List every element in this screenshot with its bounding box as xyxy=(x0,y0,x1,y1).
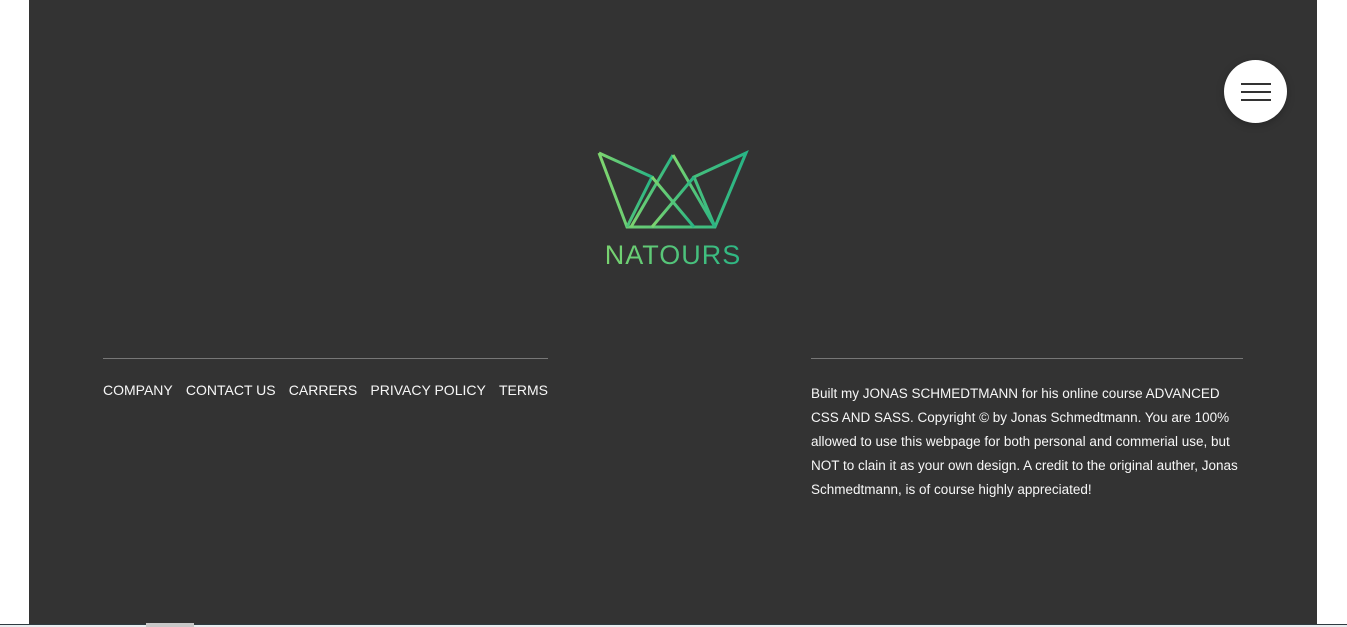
nav-link-privacy-policy[interactable]: PRIVACY POLICY xyxy=(370,382,485,398)
nav-link-contact-us[interactable]: CONTACT US xyxy=(186,382,276,398)
footer-nav-list: COMPANY CONTACT US CARRERS PRIVACY POLIC… xyxy=(103,382,548,400)
hamburger-menu-icon xyxy=(1240,82,1271,101)
footer-nav-item: CONTACT US xyxy=(186,382,276,400)
navigation-menu-button[interactable] xyxy=(1224,60,1287,123)
footer-nav-item: COMPANY xyxy=(103,382,173,400)
nav-link-carrers[interactable]: CARRERS xyxy=(289,382,357,398)
footer-navigation: COMPANY CONTACT US CARRERS PRIVACY POLIC… xyxy=(103,358,548,400)
footer-copyright-section: Built my JONAS SCHMEDTMANN for his onlin… xyxy=(811,358,1243,502)
horizontal-scrollbar-thumb[interactable] xyxy=(146,623,194,627)
copyright-text: Built my JONAS SCHMEDTMANN for his onlin… xyxy=(811,386,1238,497)
footer xyxy=(29,0,1317,627)
footer-nav-item: CARRERS xyxy=(289,382,357,400)
nav-link-terms[interactable]: TERMS xyxy=(499,382,548,398)
footer-nav-item: TERMS xyxy=(499,382,548,400)
crown-logo-icon xyxy=(597,150,749,229)
nav-link-company[interactable]: COMPANY xyxy=(103,382,173,398)
footer-nav-item: PRIVACY POLICY xyxy=(370,382,485,400)
footer-logo: NATOURS xyxy=(597,150,749,275)
brand-name: NATOURS xyxy=(597,240,749,271)
